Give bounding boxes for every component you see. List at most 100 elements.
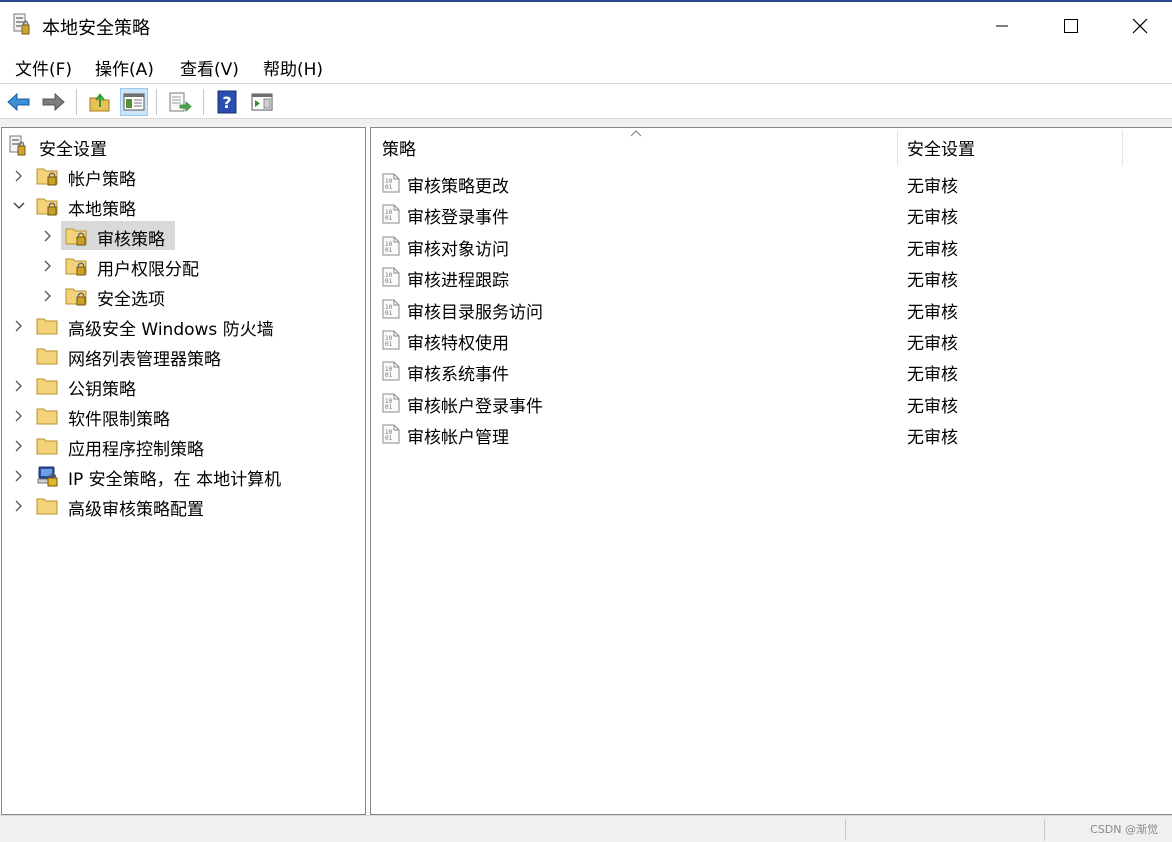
folder-icon: [36, 435, 60, 457]
list-row[interactable]: 10 01 审核帐户管理 无审核: [371, 419, 1161, 449]
column-divider[interactable]: [1122, 130, 1123, 166]
chevron-right-icon[interactable]: [42, 260, 54, 272]
tree-label: 高级安全 Windows 防火墙: [68, 320, 274, 340]
column-header-policy[interactable]: 策略: [382, 128, 416, 166]
tree-label: 安全选项: [97, 290, 165, 310]
policy-setting-icon: 10 01: [382, 236, 400, 256]
tree-label: 高级审核策略配置: [68, 500, 204, 520]
policy-setting-icon: 10 01: [382, 204, 400, 224]
window-title: 本地安全策略: [42, 18, 150, 39]
locked-folder-icon: [65, 225, 89, 247]
back-button[interactable]: [5, 88, 33, 116]
column-divider[interactable]: [897, 130, 898, 166]
policy-list[interactable]: 策略 安全设置 10 01 审核策略更改 无审核 10 01 审核登录事件 无审核 10 01 审核…: [370, 127, 1172, 815]
show-action-pane-icon: [251, 93, 273, 111]
chevron-right-icon[interactable]: [13, 380, 25, 392]
policy-setting-icon: 10 01: [382, 393, 400, 413]
list-row[interactable]: 10 01 审核系统事件 无审核: [371, 356, 1161, 386]
list-row[interactable]: 10 01 审核登录事件 无审核: [371, 199, 1161, 229]
status-bar: CSDN @渐觉: [0, 815, 1172, 842]
policy-name: 审核进程跟踪: [407, 271, 509, 292]
title-bar: 本地安全策略: [0, 0, 1172, 48]
tree-item-application-control[interactable]: 应用程序控制策略: [2, 431, 362, 461]
tree-item-audit-policy[interactable]: 审核策略: [2, 221, 362, 251]
tree-item-ip-security[interactable]: IP 安全策略，在 本地计算机: [2, 461, 362, 491]
chevron-down-icon[interactable]: [13, 200, 25, 212]
svg-text:01: 01: [385, 247, 393, 254]
console-tree[interactable]: 安全设置 帐户策略 本地策略 审核策略 用户权限分配 安全选项 高级安全 Win…: [1, 127, 366, 815]
maximize-button[interactable]: [1036, 4, 1106, 48]
tree-item-windows-firewall[interactable]: 高级安全 Windows 防火墙: [2, 311, 362, 341]
svg-text:01: 01: [385, 372, 393, 379]
list-row[interactable]: 10 01 审核特权使用 无审核: [371, 325, 1161, 355]
policy-name: 审核帐户管理: [407, 428, 509, 449]
menu-bar: 文件(F) 操作(A) 查看(V) 帮助(H): [0, 48, 1172, 82]
chevron-right-icon[interactable]: [13, 470, 25, 482]
back-arrow-icon: [7, 92, 30, 112]
minimize-button[interactable]: [967, 4, 1037, 48]
pane-separator-strip: [0, 119, 1172, 127]
up-one-level-button[interactable]: [86, 88, 114, 116]
tree-label: IP 安全策略，在 本地计算机: [68, 470, 282, 490]
up-folder-icon: [89, 93, 110, 112]
security-policy-icon: [9, 135, 33, 157]
policy-setting-value: 无审核: [907, 208, 958, 229]
tree-item-software-restriction[interactable]: 软件限制策略: [2, 401, 362, 431]
tree-item-account-policies[interactable]: 帐户策略: [2, 161, 362, 191]
tree-item-public-key-policies[interactable]: 公钥策略: [2, 371, 362, 401]
tree-label: 公钥策略: [68, 380, 136, 400]
tree-item-network-list-manager[interactable]: 网络列表管理器策略: [2, 341, 362, 371]
svg-text:01: 01: [385, 341, 393, 348]
chevron-right-icon[interactable]: [13, 500, 25, 512]
policy-setting-value: 无审核: [907, 239, 958, 260]
export-list-button[interactable]: [166, 88, 194, 116]
tree-item-security-options[interactable]: 安全选项: [2, 281, 362, 311]
chevron-right-icon[interactable]: [13, 320, 25, 332]
policy-setting-value: 无审核: [907, 334, 958, 354]
chevron-right-icon[interactable]: [42, 290, 54, 302]
show-action-pane-button[interactable]: [248, 88, 276, 116]
tree-item-user-rights-assignment[interactable]: 用户权限分配: [2, 251, 362, 281]
menu-file[interactable]: 文件(F): [15, 55, 72, 80]
forward-button[interactable]: [39, 88, 67, 116]
tree-label: 软件限制策略: [68, 410, 170, 430]
policy-setting-icon: 10 01: [382, 330, 400, 350]
tree-item-local-policies[interactable]: 本地策略: [2, 191, 362, 221]
tree-root-security-settings[interactable]: 安全设置: [2, 131, 362, 161]
chevron-right-icon[interactable]: [13, 440, 25, 452]
policy-setting-icon: 10 01: [382, 267, 400, 287]
policy-name: 审核特权使用: [407, 334, 509, 354]
show-hide-tree-button[interactable]: [120, 88, 148, 116]
list-row[interactable]: 10 01 审核策略更改 无审核: [371, 168, 1161, 198]
list-row[interactable]: 10 01 审核帐户登录事件 无审核: [371, 388, 1161, 418]
chevron-right-icon[interactable]: [13, 410, 25, 422]
tree-item-advanced-audit-policy[interactable]: 高级审核策略配置: [2, 491, 362, 521]
tree-label: 帐户策略: [68, 170, 136, 190]
locked-folder-icon: [65, 285, 89, 307]
menu-view[interactable]: 查看(V): [180, 55, 239, 80]
help-button[interactable]: ?: [213, 88, 241, 116]
svg-text:01: 01: [385, 278, 393, 285]
toolbar: ?: [0, 83, 1172, 119]
policy-setting-value: 无审核: [907, 396, 958, 417]
menu-action[interactable]: 操作(A): [95, 55, 154, 80]
list-row[interactable]: 10 01 审核对象访问 无审核: [371, 231, 1161, 261]
sort-ascending-icon: [630, 130, 642, 137]
chevron-right-icon[interactable]: [42, 230, 54, 242]
folder-icon: [36, 345, 60, 367]
locked-folder-icon: [65, 255, 89, 277]
policy-name: 审核系统事件: [407, 365, 509, 386]
column-header-security-setting[interactable]: 安全设置: [907, 128, 975, 166]
chevron-right-icon[interactable]: [13, 170, 25, 182]
tree-label: 应用程序控制策略: [68, 440, 204, 460]
policy-name: 审核登录事件: [407, 208, 509, 229]
list-row[interactable]: 10 01 审核进程跟踪 无审核: [371, 262, 1161, 292]
policy-setting-icon: 10 01: [382, 173, 400, 193]
help-icon: ?: [217, 90, 237, 114]
list-row[interactable]: 10 01 审核目录服务访问 无审核: [371, 294, 1161, 324]
policy-setting-icon: 10 01: [382, 299, 400, 319]
menu-help[interactable]: 帮助(H): [263, 55, 323, 80]
close-button[interactable]: [1105, 4, 1172, 48]
tree-label: 用户权限分配: [97, 260, 199, 280]
policy-name: 审核帐户登录事件: [407, 396, 543, 417]
